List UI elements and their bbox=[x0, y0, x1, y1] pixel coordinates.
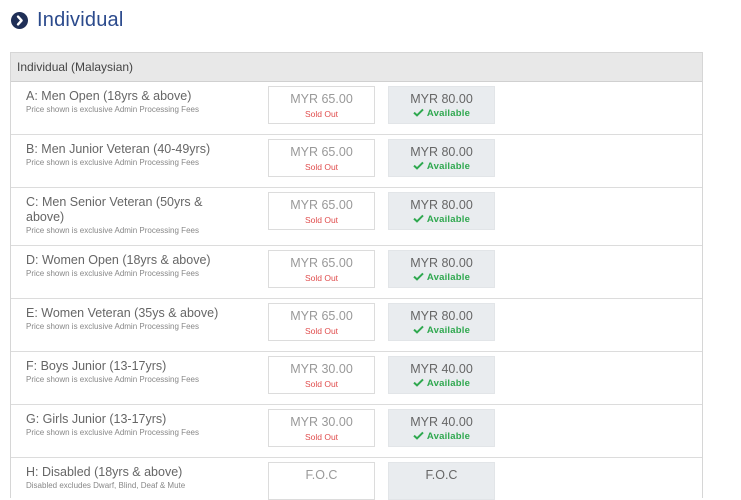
chevron-right-circle-icon bbox=[11, 12, 28, 29]
sold-out-status: Sold Out bbox=[304, 162, 339, 172]
category-title: E: Women Veteran (35ys & above) bbox=[26, 306, 219, 320]
available-label: Available bbox=[426, 325, 471, 336]
price-amount: MYR 30.00 bbox=[290, 362, 353, 376]
normal-price-option[interactable]: MYR 40.00 Available bbox=[388, 409, 495, 447]
category-note: Price shown is exclusive Admin Processin… bbox=[26, 158, 199, 167]
early-bird-price-option: MYR 65.00 Sold Out bbox=[268, 303, 375, 341]
category-title: G: Girls Junior (13-17yrs) bbox=[26, 412, 167, 426]
table-row: B: Men Junior Veteran (40-49yrs) Price s… bbox=[11, 135, 702, 188]
category-label: D: Women Open (18yrs & above) Price show… bbox=[26, 253, 246, 279]
category-note: Price shown is exclusive Admin Processin… bbox=[26, 269, 199, 278]
table-row: C: Men Senior Veteran (50yrs & above) Pr… bbox=[11, 188, 702, 246]
category-label: B: Men Junior Veteran (40-49yrs) Price s… bbox=[26, 142, 246, 168]
category-label: F: Boys Junior (13-17yrs) Price shown is… bbox=[26, 359, 246, 385]
available-status: Available bbox=[389, 325, 494, 336]
early-bird-price-option: MYR 65.00 Sold Out bbox=[268, 86, 375, 124]
sold-out-status: Sold Out bbox=[304, 432, 339, 442]
table-row: H: Disabled (18yrs & above) Disabled exc… bbox=[11, 458, 702, 500]
table-row: E: Women Veteran (35ys & above) Price sh… bbox=[11, 299, 702, 352]
available-status: Available bbox=[389, 431, 494, 442]
available-status: Available bbox=[389, 161, 494, 172]
category-title: D: Women Open (18yrs & above) bbox=[26, 253, 211, 267]
price-amount: MYR 65.00 bbox=[290, 145, 353, 159]
table-row: G: Girls Junior (13-17yrs) Price shown i… bbox=[11, 405, 702, 458]
price-amount: MYR 80.00 bbox=[410, 92, 473, 106]
price-amount: MYR 65.00 bbox=[290, 256, 353, 270]
table-row: A: Men Open (18yrs & above) Price shown … bbox=[11, 82, 702, 135]
price-amount: MYR 65.00 bbox=[290, 198, 353, 212]
normal-price-option[interactable]: MYR 40.00 Available bbox=[388, 356, 495, 394]
category-label: E: Women Veteran (35ys & above) Price sh… bbox=[26, 306, 246, 332]
price-amount: MYR 65.00 bbox=[290, 309, 353, 323]
check-icon bbox=[413, 378, 424, 387]
early-bird-price-option: MYR 65.00 Sold Out bbox=[268, 139, 375, 177]
early-bird-price-option: MYR 65.00 Sold Out bbox=[268, 250, 375, 288]
sold-out-status: Sold Out bbox=[304, 326, 339, 336]
available-status: Available bbox=[389, 378, 494, 389]
sold-out-status: Sold Out bbox=[304, 379, 339, 389]
price-amount: MYR 65.00 bbox=[290, 92, 353, 106]
price-amount: MYR 40.00 bbox=[410, 362, 473, 376]
category-title: A: Men Open (18yrs & above) bbox=[26, 89, 192, 103]
price-amount: F.O.C bbox=[425, 468, 458, 482]
sold-out-status: Sold Out bbox=[304, 273, 339, 283]
early-bird-price-option: MYR 30.00 Sold Out bbox=[268, 356, 375, 394]
available-label: Available bbox=[426, 378, 471, 389]
sold-out-status: Sold Out bbox=[304, 215, 339, 225]
available-status: Available bbox=[389, 272, 494, 283]
available-label: Available bbox=[426, 431, 471, 442]
check-icon bbox=[413, 431, 424, 440]
check-icon bbox=[413, 325, 424, 334]
price-amount: MYR 80.00 bbox=[410, 198, 473, 212]
price-amount: MYR 40.00 bbox=[410, 415, 473, 429]
normal-price-option[interactable]: MYR 80.00 Available bbox=[388, 86, 495, 124]
price-amount: F.O.C bbox=[305, 468, 338, 482]
early-bird-price-option: F.O.C bbox=[268, 462, 375, 500]
normal-price-option[interactable]: MYR 80.00 Available bbox=[388, 139, 495, 177]
available-label: Available bbox=[426, 214, 471, 225]
category-note: Price shown is exclusive Admin Processin… bbox=[26, 105, 199, 114]
section-heading: Individual bbox=[11, 9, 124, 32]
available-label: Available bbox=[426, 161, 471, 172]
page-title: Individual bbox=[37, 9, 124, 31]
check-icon bbox=[413, 161, 424, 170]
category-title: F: Boys Junior (13-17yrs) bbox=[26, 359, 167, 373]
table-row: F: Boys Junior (13-17yrs) Price shown is… bbox=[11, 352, 702, 405]
price-amount: MYR 80.00 bbox=[410, 309, 473, 323]
category-label: G: Girls Junior (13-17yrs) Price shown i… bbox=[26, 412, 246, 438]
sold-out-status: Sold Out bbox=[304, 109, 339, 119]
available-status: Available bbox=[389, 214, 494, 225]
normal-price-option[interactable]: F.O.C bbox=[388, 462, 495, 500]
early-bird-price-option: MYR 65.00 Sold Out bbox=[268, 192, 375, 230]
available-label: Available bbox=[426, 108, 471, 119]
available-label: Available bbox=[426, 272, 471, 283]
normal-price-option[interactable]: MYR 80.00 Available bbox=[388, 303, 495, 341]
normal-price-option[interactable]: MYR 80.00 Available bbox=[388, 192, 495, 230]
price-amount: MYR 80.00 bbox=[410, 145, 473, 159]
check-icon bbox=[413, 108, 424, 117]
normal-price-option[interactable]: MYR 80.00 Available bbox=[388, 250, 495, 288]
category-note: Price shown is exclusive Admin Processin… bbox=[26, 428, 199, 437]
category-title: B: Men Junior Veteran (40-49yrs) bbox=[26, 142, 211, 156]
category-note: Disabled excludes Dwarf, Blind, Deaf & M… bbox=[26, 481, 186, 490]
category-title: C: Men Senior Veteran (50yrs & above) bbox=[26, 195, 203, 224]
table-header: Individual (Malaysian) bbox=[11, 53, 702, 82]
check-icon bbox=[413, 214, 424, 223]
category-note: Price shown is exclusive Admin Processin… bbox=[26, 322, 199, 331]
category-note: Price shown is exclusive Admin Processin… bbox=[26, 226, 199, 235]
price-amount: MYR 30.00 bbox=[290, 415, 353, 429]
pricing-table: Individual (Malaysian) A: Men Open (18yr… bbox=[10, 52, 703, 500]
category-label: C: Men Senior Veteran (50yrs & above) Pr… bbox=[26, 195, 226, 236]
available-status: Available bbox=[389, 108, 494, 119]
category-title: H: Disabled (18yrs & above) bbox=[26, 465, 183, 479]
table-row: D: Women Open (18yrs & above) Price show… bbox=[11, 246, 702, 299]
category-label: A: Men Open (18yrs & above) Price shown … bbox=[26, 89, 246, 115]
check-icon bbox=[413, 272, 424, 281]
category-label: H: Disabled (18yrs & above) Disabled exc… bbox=[26, 465, 246, 491]
price-amount: MYR 80.00 bbox=[410, 256, 473, 270]
category-note: Price shown is exclusive Admin Processin… bbox=[26, 375, 199, 384]
early-bird-price-option: MYR 30.00 Sold Out bbox=[268, 409, 375, 447]
